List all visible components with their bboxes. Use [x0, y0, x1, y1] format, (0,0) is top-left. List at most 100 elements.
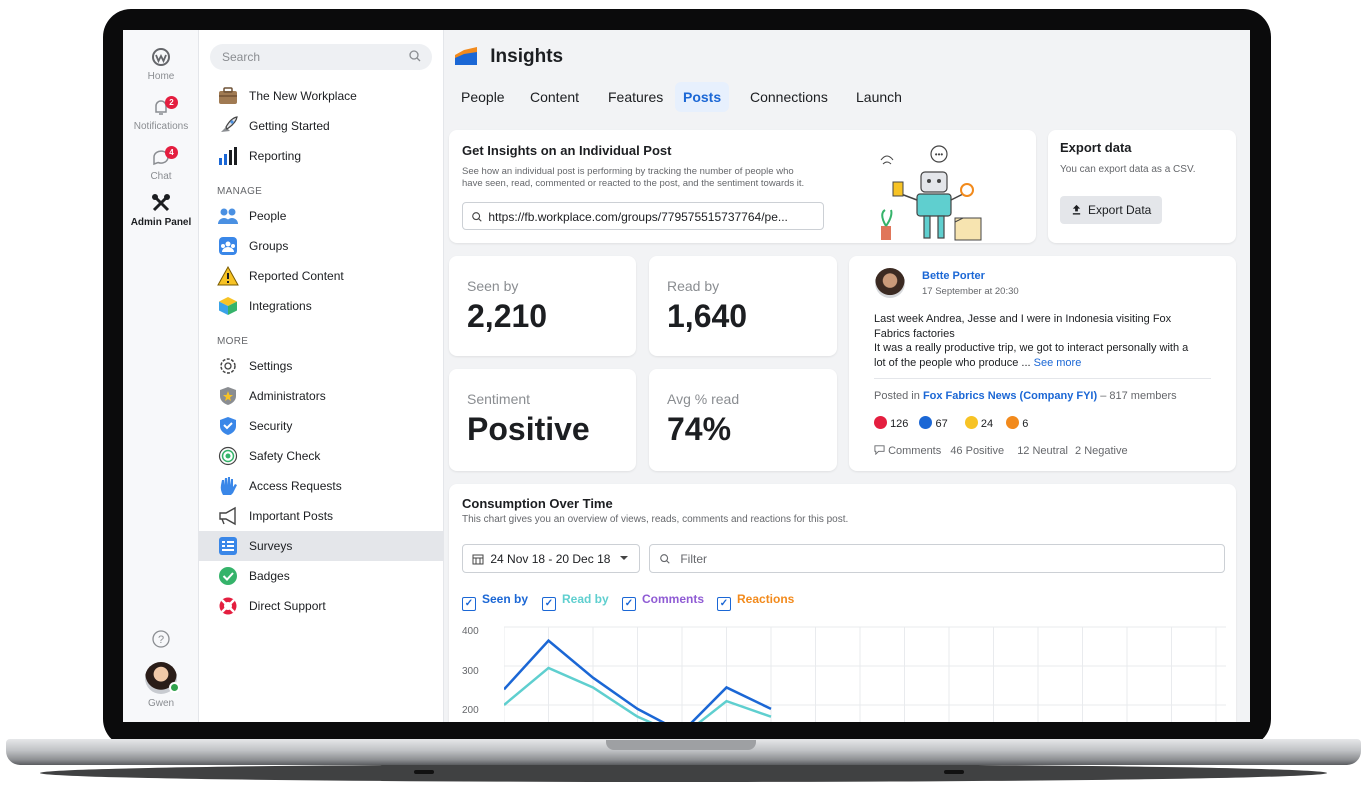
group-link[interactable]: Fox Fabrics News (Company FYI) [923, 390, 1097, 402]
sidebar-item-label: Settings [249, 359, 293, 373]
sidebar-item-integrations[interactable]: Integrations [199, 291, 444, 321]
tab-launch[interactable]: Launch [848, 82, 910, 112]
bar-chart-icon [219, 147, 237, 165]
rail-home[interactable]: Home [123, 46, 199, 82]
post-timestamp[interactable]: 17 September at 20:30 [922, 286, 1019, 297]
rail-admin-panel[interactable]: Admin Panel [123, 192, 199, 228]
rail-notifications[interactable]: 2 Notifications [123, 96, 199, 132]
svg-text:•••: ••• [935, 150, 944, 159]
sidebar-item-label: Badges [249, 569, 290, 583]
laptop-frame: Home 2 Notifications 4 Chat Admin Panel … [0, 0, 1367, 796]
author-avatar[interactable] [875, 268, 905, 298]
legend-seen-by[interactable]: ✓ Seen by [462, 592, 528, 611]
page-title-text: Insights [490, 46, 564, 67]
tools-icon [152, 194, 170, 212]
consumption-card: Consumption Over Time This chart gives y… [449, 484, 1236, 722]
help-button[interactable]: ? [123, 628, 199, 653]
legend-reactions[interactable]: ✓ Reactions [717, 592, 794, 611]
sidebar-item-surveys[interactable]: Surveys [199, 531, 444, 561]
laptop-shadow [40, 764, 1327, 782]
user-name: Gwen [147, 698, 175, 709]
sidebar-item-reported-content[interactable]: Reported Content [199, 261, 444, 291]
tab-people[interactable]: People [453, 82, 513, 112]
post-text-line-last: lot of the people who produce ... See mo… [874, 356, 1219, 371]
sidebar-item-access-requests[interactable]: Access Requests [199, 471, 444, 501]
rail-chat-label: Chat [150, 171, 172, 182]
comments-label: Comments [888, 445, 942, 457]
seen-by-value: 2,210 [467, 298, 548, 334]
sidebar-item-direct-support[interactable]: Direct Support [199, 591, 444, 621]
sidebar-item-reporting[interactable]: Reporting [199, 141, 444, 171]
laptop-foot-right [944, 770, 964, 774]
badge-icon [219, 567, 237, 585]
sidebar-item-security[interactable]: Security [199, 411, 444, 441]
author-name[interactable]: Bette Porter [922, 270, 985, 282]
sidebar-item-people[interactable]: People [199, 201, 444, 231]
sidebar-item-new-workplace[interactable]: The New Workplace [199, 81, 444, 111]
rail-chat[interactable]: 4 Chat [123, 146, 199, 182]
rail-home-label: Home [147, 71, 175, 82]
search-icon [660, 554, 670, 564]
sidebar-item-safety-check[interactable]: Safety Check [199, 441, 444, 471]
tab-posts[interactable]: Posts [675, 82, 730, 112]
comment-icon [874, 445, 885, 456]
checkbox-checked-icon: ✓ [622, 597, 636, 611]
svg-text:?: ? [158, 634, 164, 646]
sidebar-item-administrators[interactable]: Administrators [199, 381, 444, 411]
read-by-label: Read by [667, 278, 720, 294]
sidebar-item-label: Reported Content [249, 269, 344, 283]
description-line: have seen, read, commented or reacted to… [462, 178, 805, 189]
posted-in-prefix: Posted in [874, 390, 920, 402]
tab-features[interactable]: Features [600, 82, 671, 112]
y-tick-label: 400 [462, 626, 479, 637]
warning-icon [217, 266, 239, 286]
date-range-picker[interactable]: 24 Nov 18 - 20 Dec 18 [462, 544, 640, 573]
legend-label: Seen by [482, 592, 529, 606]
sidebar-search-input[interactable]: Search [210, 44, 432, 70]
export-description: You can export data as a CSV. [1060, 164, 1196, 175]
sidebar-item-groups[interactable]: Groups [199, 231, 444, 261]
read-by-value: 1,640 [667, 298, 748, 334]
seen-by-label: Seen by [467, 278, 519, 294]
sidebar-item-getting-started[interactable]: Getting Started [199, 111, 444, 141]
sidebar-item-label: People [249, 209, 287, 223]
megaphone-icon [219, 506, 236, 526]
sidebar-item-settings[interactable]: Settings [199, 351, 444, 381]
export-data-button[interactable]: Export Data [1060, 196, 1162, 224]
haha-reaction-icon [1006, 416, 1020, 429]
tab-content[interactable]: Content [522, 82, 587, 112]
legend-read-by[interactable]: ✓ Read by [542, 592, 609, 611]
search-icon [472, 212, 482, 222]
post-text-line: Last week Andrea, Jesse and I were in In… [874, 313, 1172, 325]
security-shield-icon [220, 417, 236, 435]
survey-icon [219, 537, 237, 555]
people-icon [218, 208, 238, 224]
export-button-label: Export Data [1087, 203, 1152, 217]
chat-badge: 4 [165, 146, 178, 159]
chart-filter-input[interactable]: Filter [649, 544, 1225, 573]
upload-icon [1072, 204, 1080, 215]
tab-connections[interactable]: Connections [742, 82, 836, 112]
sentiment-label: Sentiment [467, 391, 531, 407]
rail-notifications-label: Notifications [133, 121, 189, 132]
notifications-badge: 2 [165, 96, 178, 109]
search-icon [409, 50, 421, 62]
chevron-down-icon [619, 556, 628, 560]
avg-read-card: Avg % read 74% [649, 369, 837, 471]
legend-label: Reactions [737, 592, 795, 606]
avg-read-value: 74% [667, 411, 732, 447]
description-line: See how an individual post is performing… [462, 166, 794, 177]
sidebar-item-badges[interactable]: Badges [199, 561, 444, 591]
post-divider [874, 378, 1211, 379]
sidebar-item-important-posts[interactable]: Important Posts [199, 501, 444, 531]
gear-icon [220, 358, 236, 374]
comment-sentiment-row: Comments 46 Positive 12 Neutral 2 Negati… [874, 444, 1128, 457]
post-url-input[interactable]: https://fb.workplace.com/groups/77957551… [462, 202, 824, 230]
see-more-link[interactable]: See more [1034, 357, 1082, 369]
post-url-value: https://fb.workplace.com/groups/77957551… [488, 210, 788, 224]
laptop-foot-left [414, 770, 434, 774]
robot-illustration: ••• [880, 145, 982, 241]
laptop-notch [606, 740, 756, 750]
legend-comments[interactable]: ✓ Comments [622, 592, 704, 611]
main-content: Insights People Content Features Posts C… [445, 30, 1250, 722]
